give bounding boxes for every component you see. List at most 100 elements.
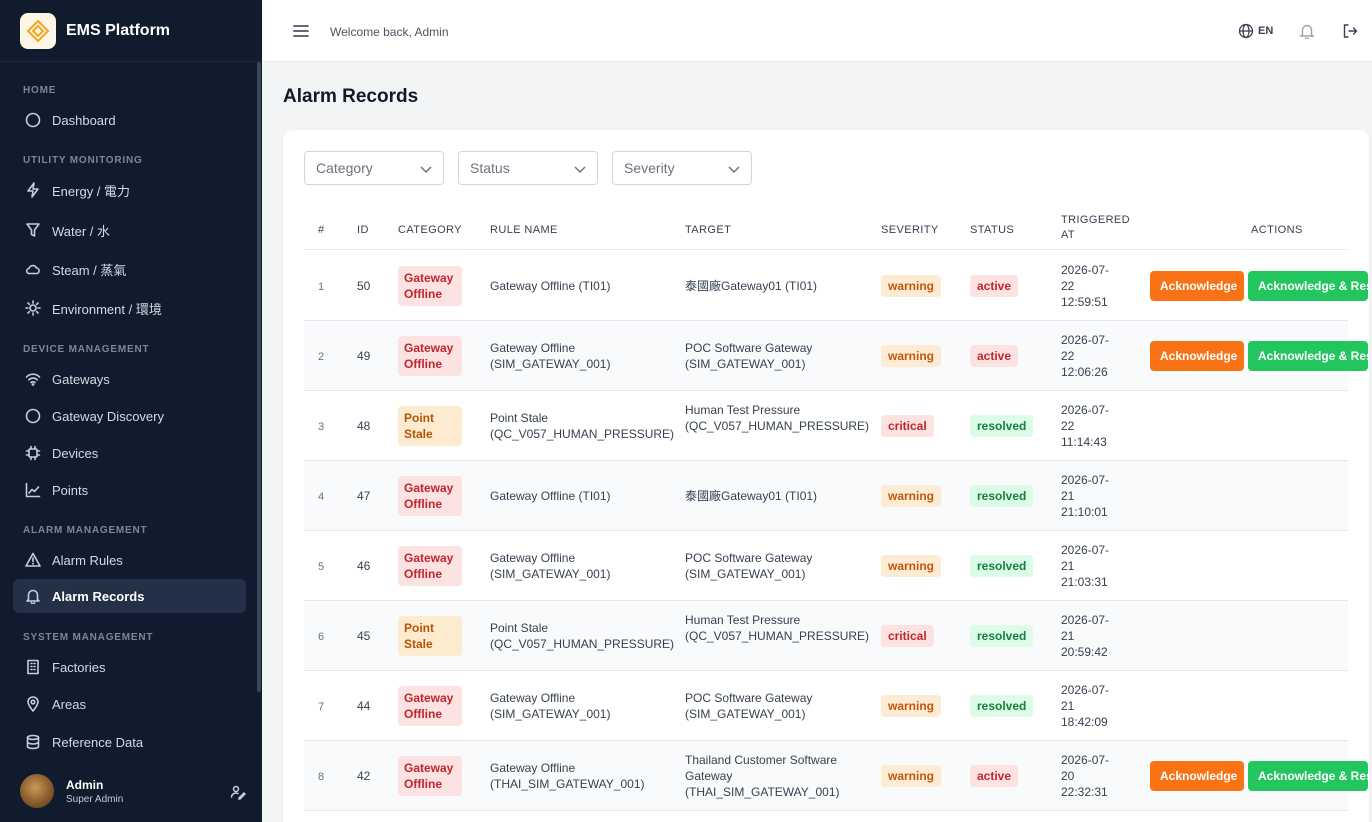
table-row: 3 48 Point Stale Point Stale (QC_V057_HUMAN… [304,391,1348,461]
language-switcher[interactable]: EN [1238,23,1273,39]
row-id: 42 [357,769,371,783]
database-icon [24,733,42,751]
filter-icon [24,221,42,239]
user-settings-icon[interactable] [230,784,247,805]
chart-icon [24,481,42,499]
sidebar-item-environment[interactable]: Environment / 環境 [13,291,246,325]
header-status: STATUS [970,224,1015,236]
logout-icon[interactable] [1342,23,1358,44]
sidebar-item-gateway-discovery[interactable]: Gateway Discovery [13,399,246,433]
status-badge: active [970,345,1019,367]
acknowledge-button[interactable]: Acknowledge [1150,271,1244,301]
header-severity: SEVERITY [881,224,939,236]
row-number: 7 [318,701,325,713]
cloud-icon [24,260,42,278]
sidebar-item-reference-data[interactable]: Reference Data [13,725,246,759]
severity-badge: warning [881,345,942,367]
rule-name: Gateway Offline (TI01) [490,279,611,293]
lightning-icon [24,181,42,199]
header-target: TARGET [685,224,732,236]
rule-name: Gateway Offline (TI01) [490,489,611,503]
sidebar-item-factories[interactable]: Factories [13,650,246,684]
sidebar-item-areas[interactable]: Areas [13,687,246,721]
building-icon [24,658,42,676]
language-label: EN [1258,25,1274,37]
sidebar-item-alarm-records[interactable]: Alarm Records [13,579,246,613]
chevron-down-icon [574,166,586,174]
category-badge: Gateway Offline [398,476,462,516]
severity-filter[interactable]: Severity [612,151,752,185]
acknowledge-resolve-button[interactable]: Acknowledge & Resolve [1248,341,1368,371]
sidebar-item-label: Water / 水 [52,223,111,239]
sidebar-item-devices[interactable]: Devices [13,436,246,470]
sidebar-item-points[interactable]: Points [13,473,246,507]
triggered-at: 2026-07-20 22:32:31 [1061,753,1110,799]
category-badge: Gateway Offline [398,756,462,796]
sidebar-item-label: Gateway Discovery [52,408,164,424]
user-profile[interactable]: Admin Super Admin [0,760,262,822]
notification-bell-icon[interactable] [1299,23,1315,44]
row-number: 2 [318,351,325,363]
user-name: Admin [66,777,104,792]
acknowledge-button[interactable]: Acknowledge [1150,761,1244,791]
acknowledge-resolve-button[interactable]: Acknowledge & Resolve [1248,761,1368,791]
sidebar-item-gateways[interactable]: Gateways [13,362,246,396]
severity-filter-label: Severity [624,160,675,176]
rule-name: Point Stale (QC_V057_HUMAN_PRESSURE) [490,621,675,651]
rule-name: Gateway Offline (THAI_SIM_GATEWAY_001) [490,761,645,791]
section-system-management: SYSTEM MANAGEMENT [23,632,154,643]
brand-name: EMS Platform [66,21,171,39]
row-id: 47 [357,489,371,503]
sidebar-item-alarm-rules[interactable]: Alarm Rules [13,543,246,577]
page-title: Alarm Records [283,86,419,107]
acknowledge-resolve-button[interactable]: Acknowledge & Resolve [1248,271,1368,301]
pin-icon [24,695,42,713]
row-number: 5 [318,561,325,573]
table-row: 5 46 Gateway Offline Gateway Offline (SIM_G… [304,531,1348,601]
severity-badge: warning [881,275,942,297]
category-badge: Gateway Offline [398,686,462,726]
chevron-down-icon [420,166,432,174]
target: POC Software Gateway (SIM_GATEWAY_001) [685,551,813,581]
triggered-at: 2026-07-21 21:03:31 [1061,543,1110,589]
acknowledge-button[interactable]: Acknowledge [1150,341,1244,371]
status-filter[interactable]: Status [458,151,598,185]
severity-badge: warning [881,485,942,507]
row-number: 1 [318,281,325,293]
table-row: 4 47 Gateway Offline Gateway Offline (TI01)… [304,461,1348,531]
row-number: 4 [318,491,325,503]
target: Human Test Pressure (QC_V057_HUMAN_PRESS… [685,403,870,433]
row-id: 50 [357,279,371,293]
topbar: Welcome back, Admin EN [262,0,1372,62]
sidebar-item-dashboard[interactable]: Dashboard [13,103,246,137]
triggered-at: 2026-07-22 12:06:26 [1061,333,1110,379]
rule-name: Gateway Offline (SIM_GATEWAY_001) [490,551,611,581]
sidebar-scrollbar[interactable] [257,62,261,692]
sidebar-item-water[interactable]: Water / 水 [13,213,246,247]
row-number: 6 [318,631,325,643]
logo-icon [20,12,56,49]
sidebar-item-energy[interactable]: Energy / 電力 [13,173,246,207]
status-badge: resolved [970,625,1034,647]
category-filter[interactable]: Category [304,151,444,185]
sidebar-item-label: Devices [52,445,99,461]
status-filter-label: Status [470,160,510,176]
sidebar-item-label: Dashboard [52,112,116,128]
chevron-down-icon [728,166,740,174]
section-home: HOME [23,85,57,96]
sidebar-item-label: Reference Data [52,734,144,750]
target: 泰國廠Gateway01 (TI01) [685,489,818,503]
rule-name: Gateway Offline (SIM_GATEWAY_001) [490,691,611,721]
wifi-icon [24,370,42,388]
sidebar-item-label: Alarm Records [52,588,145,604]
sidebar-item-steam[interactable]: Steam / 蒸氣 [13,252,246,286]
section-device-management: DEVICE MANAGEMENT [23,344,150,355]
triggered-at: 2026-07-21 20:59:42 [1061,613,1110,659]
category-badge: Gateway Offline [398,336,462,376]
menu-icon[interactable] [292,23,310,44]
user-info: Admin Super Admin [66,778,123,805]
sidebar-item-label: Points [52,482,89,498]
row-id: 45 [357,629,371,643]
sidebar-nav: HOME UTILITY MONITORING DEVICE MANAGEMEN… [0,62,262,760]
severity-badge: critical [881,415,934,437]
